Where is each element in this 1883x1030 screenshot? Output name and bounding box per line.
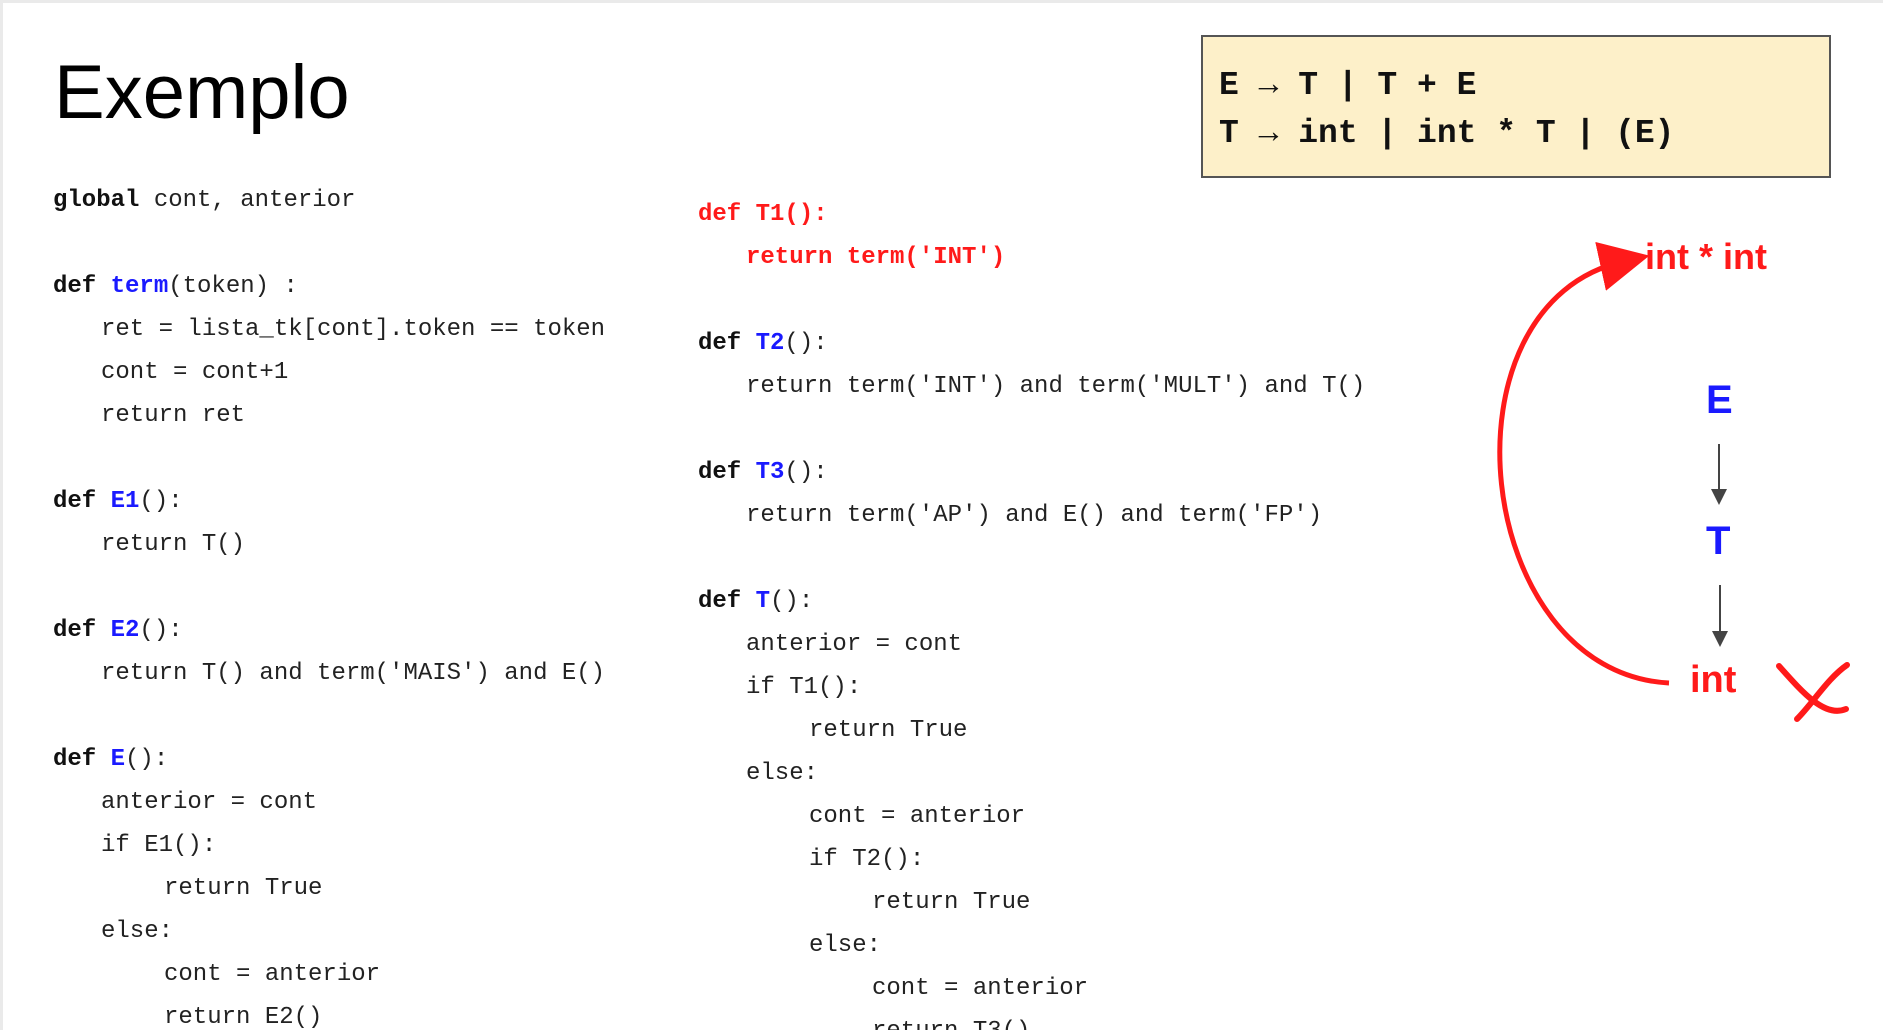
curved-arrow-icon — [1497, 241, 1670, 686]
cross-mark-icon — [1776, 662, 1850, 722]
leaf-int-label: int — [1690, 659, 1737, 701]
parse-diagram — [1497, 241, 1850, 722]
input-string-label: int * int — [1645, 236, 1767, 277]
slide: Exemplo global cont, anterior def term(t… — [3, 3, 1883, 1030]
node-e-label: E — [1706, 378, 1733, 422]
node-t-label: T — [1706, 519, 1731, 563]
